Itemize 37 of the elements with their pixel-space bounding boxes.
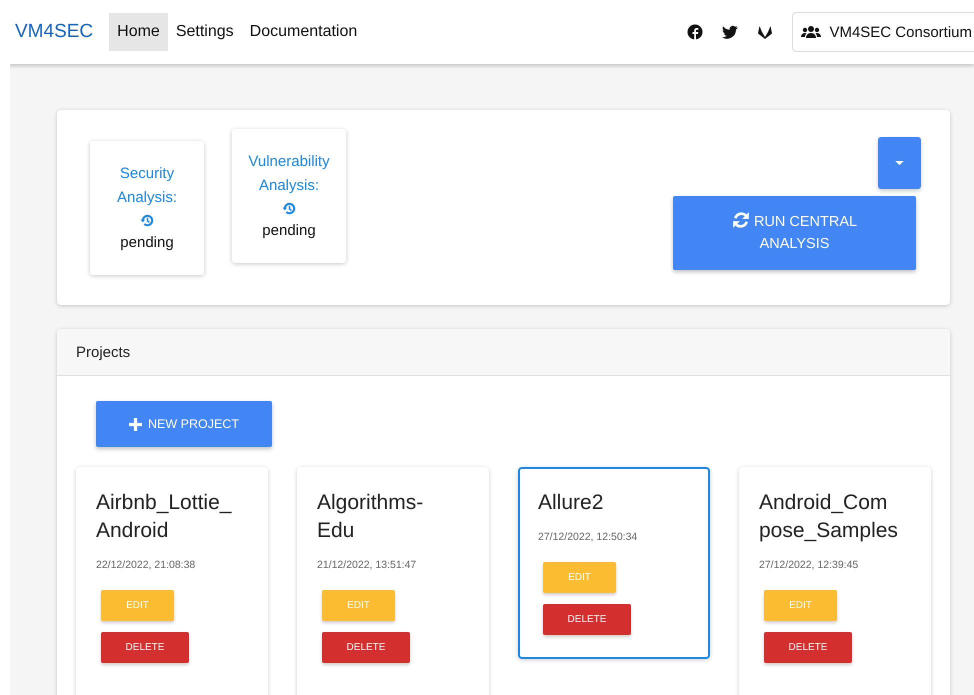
project-name: Allure2 xyxy=(538,490,604,516)
project-card[interactable]: Android_Compose_Samples 27/12/2022, 12:39:45 EDIT DELETE xyxy=(739,467,931,695)
delete-button[interactable]: DELETE xyxy=(322,632,410,663)
project-date: 27/12/2022, 12:50:34 xyxy=(538,531,638,543)
analysis-status: pending xyxy=(120,233,174,253)
project-name: Algorithms-Edu xyxy=(317,490,424,544)
new-project-button[interactable]: NEW PROJECT xyxy=(96,401,272,447)
analysis-title: Security Analysis: xyxy=(116,164,178,208)
brand-link[interactable]: VM4SEC xyxy=(15,21,94,43)
history-icon xyxy=(282,201,296,216)
analysis-title: Vulnerability Analysis: xyxy=(247,152,331,196)
users-icon xyxy=(801,25,822,39)
history-icon xyxy=(140,213,154,228)
project-card[interactable]: Airbnb_Lottie_Android 22/12/2022, 21:08:38 EDIT DELETE xyxy=(76,467,268,695)
delete-button[interactable]: DELETE xyxy=(764,632,852,663)
project-card[interactable]: Allure2 27/12/2022, 12:50:34 EDIT DELETE xyxy=(518,467,710,659)
nav-link[interactable]: Settings xyxy=(168,13,242,51)
nav-link[interactable]: Home xyxy=(109,13,168,51)
fox-icon[interactable] xyxy=(757,24,774,40)
account-button[interactable]: VM4SEC Consortium xyxy=(792,12,974,52)
twitter-icon[interactable] xyxy=(722,24,738,40)
project-name: Android_Compose_Samples xyxy=(759,490,899,544)
sync-icon xyxy=(732,211,750,229)
project-date: 27/12/2022, 12:39:45 xyxy=(759,559,858,571)
caret-icon xyxy=(895,160,904,166)
project-card[interactable]: Algorithms-Edu 21/12/2022, 13:51:47 EDIT DELETE xyxy=(297,467,489,695)
project-date: 22/12/2022, 21:08:38 xyxy=(96,559,196,571)
run-analysis-button[interactable]: RUN CENTRAL ANALYSIS xyxy=(673,196,916,270)
project-date: 21/12/2022, 13:51:47 xyxy=(317,559,416,571)
facebook-icon[interactable] xyxy=(687,24,704,40)
plus-icon xyxy=(129,418,142,430)
panel-title: Projects xyxy=(76,344,130,360)
analysis-status: pending xyxy=(262,221,316,241)
project-name: Airbnb_Lottie_Android xyxy=(96,490,233,544)
delete-button[interactable]: DELETE xyxy=(101,632,189,663)
nav-link[interactable]: Documentation xyxy=(242,13,366,51)
delete-button[interactable]: DELETE xyxy=(543,604,631,635)
